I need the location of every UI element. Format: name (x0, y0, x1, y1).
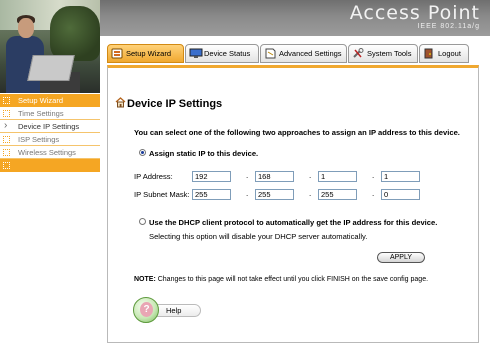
dhcp-radio[interactable] (139, 218, 146, 225)
sidebar-item-time-settings[interactable]: Time Settings (0, 107, 100, 120)
help-button[interactable]: Help (155, 304, 201, 317)
logout-icon (423, 48, 435, 59)
tab-logout[interactable]: Logout (419, 44, 469, 63)
product-subtitle: IEEE 802.11a/g (417, 23, 480, 30)
mask-dot: . (372, 189, 375, 198)
tab-system-tools[interactable]: System Tools (348, 44, 418, 63)
tab-advanced-settings[interactable]: Advanced Settings (260, 44, 347, 63)
mask-dot: . (309, 189, 312, 198)
setup-wizard-icon (111, 48, 123, 59)
tools-icon (352, 48, 364, 59)
ip-dot: . (309, 171, 312, 180)
document-icon (264, 48, 276, 59)
sidebar-spacer (0, 159, 100, 172)
sidebar-item-wireless-settings[interactable]: Wireless Settings (0, 146, 100, 159)
tab-setup-wizard[interactable]: Setup Wizard (107, 44, 184, 63)
monitor-icon (189, 48, 203, 59)
product-title: Access Point (349, 2, 480, 24)
ip-octet-1[interactable]: 192 (192, 171, 231, 182)
mask-octet-2[interactable]: 255 (255, 189, 294, 200)
ip-octet-4[interactable]: 1 (381, 171, 420, 182)
static-ip-radio[interactable] (139, 149, 146, 156)
home-icon (115, 97, 126, 108)
ip-octet-3[interactable]: 1 (318, 171, 357, 182)
header-photo (0, 0, 100, 93)
dhcp-note: Selecting this option will disable your … (149, 232, 368, 241)
ip-octet-2[interactable]: 168 (255, 171, 294, 182)
ip-dot: . (372, 171, 375, 180)
tab-device-status[interactable]: Device Status (185, 44, 259, 63)
page-title: Device IP Settings (127, 98, 223, 110)
ip-address-label: IP Address: (134, 172, 173, 181)
static-ip-label: Assign static IP to this device. (149, 149, 259, 158)
sidebar-item-setup-wizard[interactable]: Setup Wizard (0, 94, 100, 107)
ip-dot: . (246, 171, 249, 180)
save-note: NOTE: Changes to this page will not take… (134, 276, 429, 283)
sidebar-item-device-ip-settings[interactable]: Device IP Settings (0, 119, 100, 133)
subnet-mask-label: IP Subnet Mask: (134, 190, 190, 199)
mask-octet-4[interactable]: 0 (381, 189, 420, 200)
intro-text: You can select one of the following two … (134, 128, 460, 137)
mask-dot: . (246, 189, 249, 198)
dhcp-label: Use the DHCP client protocol to automati… (149, 218, 438, 227)
sidebar-item-isp-settings[interactable]: ISP Settings (0, 133, 100, 146)
apply-button[interactable]: APPLY (377, 252, 425, 263)
mask-octet-1[interactable]: 255 (192, 189, 231, 200)
help-icon[interactable]: ? (133, 297, 159, 323)
mask-octet-3[interactable]: 255 (318, 189, 357, 200)
sidebar: Setup Wizard Time Settings Device IP Set… (0, 94, 100, 172)
main-tabs: Setup Wizard Device Status Advanced Sett… (107, 44, 476, 65)
